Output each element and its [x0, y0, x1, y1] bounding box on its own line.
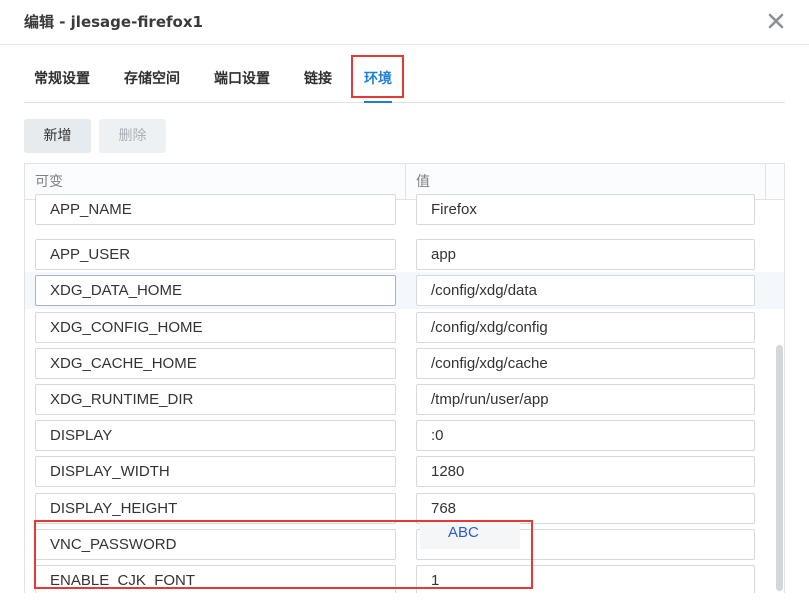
table-row: APP_NAME Firefox	[25, 194, 784, 236]
dialog-title: 编辑 - jlesage-firefox1	[24, 13, 203, 31]
table-row: APP_USER app	[25, 236, 784, 272]
table-row: XDG_DATA_HOME /config/xdg/data	[25, 272, 784, 309]
variable-name-field[interactable]: DISPLAY_HEIGHT	[35, 492, 396, 524]
variable-name-field[interactable]: XDG_DATA_HOME	[35, 275, 396, 307]
delete-button[interactable]: 删除	[99, 119, 166, 153]
tab-general[interactable]: 常规设置	[34, 57, 90, 102]
dialog-titlebar: 编辑 - jlesage-firefox1	[0, 0, 809, 45]
variable-value-field[interactable]: 768	[416, 492, 755, 524]
table-row: XDG_CACHE_HOME /config/xdg/cache	[25, 345, 784, 381]
variable-value-field[interactable]: app	[416, 239, 755, 271]
rows-highlight-box	[34, 520, 533, 589]
variable-name-field[interactable]: APP_USER	[35, 239, 396, 271]
variable-name-field[interactable]: XDG_CONFIG_HOME	[35, 311, 396, 343]
table-row: DISPLAY_WIDTH 1280	[25, 453, 784, 489]
table-row: DISPLAY :0	[25, 417, 784, 453]
column-divider	[765, 164, 766, 200]
close-icon[interactable]	[764, 9, 788, 33]
grid-scrollbar[interactable]	[776, 345, 783, 591]
variable-value-field[interactable]: 1280	[416, 456, 755, 488]
variable-value-field[interactable]: /config/xdg/config	[416, 311, 755, 343]
table-row: XDG_RUNTIME_DIR /tmp/run/user/app	[25, 381, 784, 417]
column-divider	[405, 164, 406, 200]
variable-value-field[interactable]: /config/xdg/cache	[416, 347, 755, 379]
variable-value-field[interactable]: :0	[416, 420, 755, 452]
variable-name-field[interactable]: DISPLAY	[35, 420, 396, 452]
variable-name-field[interactable]: DISPLAY_WIDTH	[35, 456, 396, 488]
add-button[interactable]: 新增	[24, 119, 91, 153]
environment-tab-highlight	[351, 55, 404, 98]
tab-bar: 常规设置 存储空间 端口设置 链接 环境	[24, 57, 785, 103]
variable-name-field[interactable]: XDG_CACHE_HOME	[35, 347, 396, 379]
table-row: XDG_CONFIG_HOME /config/xdg/config	[25, 309, 784, 345]
variable-value-field[interactable]: /config/xdg/data	[416, 275, 755, 307]
tab-links[interactable]: 链接	[304, 57, 332, 102]
tab-storage[interactable]: 存储空间	[124, 57, 180, 102]
variable-name-field[interactable]: XDG_RUNTIME_DIR	[35, 383, 396, 415]
variable-value-field[interactable]: Firefox	[416, 194, 755, 225]
variable-name-field[interactable]: APP_NAME	[35, 194, 396, 225]
variable-value-field[interactable]: /tmp/run/user/app	[416, 383, 755, 415]
tab-ports[interactable]: 端口设置	[214, 57, 270, 102]
